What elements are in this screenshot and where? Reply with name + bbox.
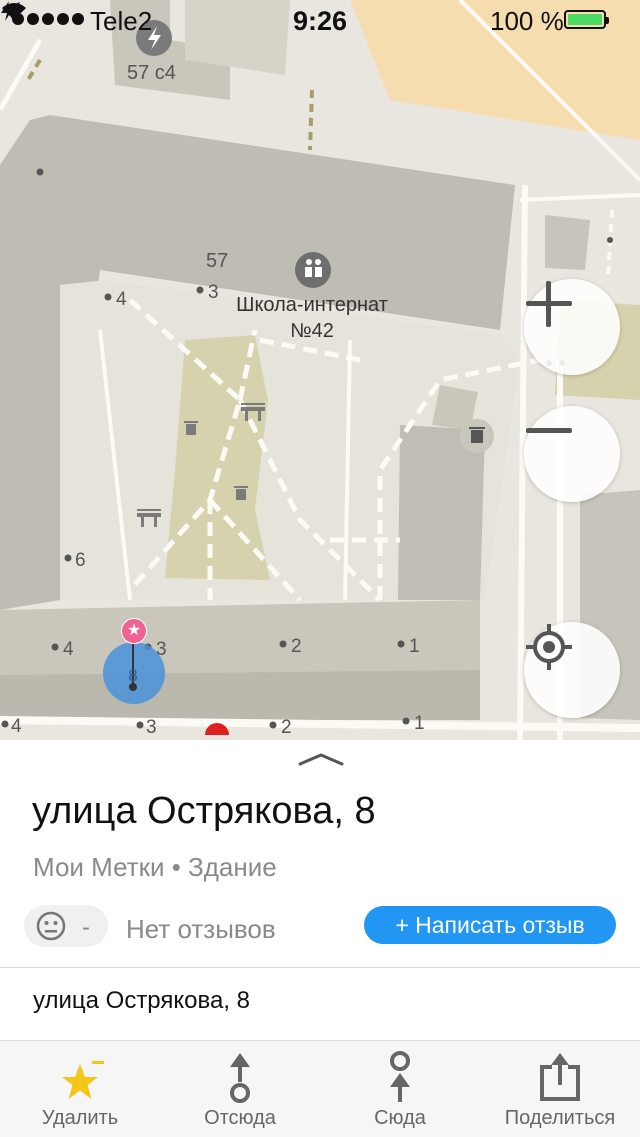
- battery-icon: [564, 10, 609, 29]
- rating-value: -: [82, 914, 90, 941]
- poi-school-label[interactable]: Школа-интернат №42: [222, 292, 402, 344]
- map-label-building: 57: [206, 250, 229, 272]
- marker-number: 8: [128, 666, 138, 685]
- star-remove-icon: [62, 1061, 104, 1099]
- reviews-status: Нет отзывов: [126, 914, 276, 944]
- battery-percent: 100 %: [490, 6, 564, 36]
- neutral-face-icon: [36, 911, 66, 941]
- poi-number: №42: [290, 320, 334, 342]
- charging-bolt-icon: [1, 1, 13, 21]
- bookmark-pin-icon: ★: [121, 618, 147, 644]
- house-number: 4: [11, 716, 22, 737]
- place-page-sheet[interactable]: улица Острякова, 8 Мои Метки • Здание - …: [0, 740, 640, 1040]
- write-review-button[interactable]: + Написать отзыв: [364, 906, 616, 944]
- map-label-building: 57 с4: [127, 62, 176, 84]
- house-number: 4: [63, 639, 74, 660]
- house-number: 3: [146, 717, 157, 738]
- house-number: 3: [208, 282, 219, 303]
- place-address[interactable]: улица Острякова, 8: [33, 987, 250, 1015]
- house-number: 1: [409, 636, 420, 657]
- share-button[interactable]: Поделиться: [480, 1041, 640, 1137]
- route-from-button[interactable]: Отсюда: [160, 1041, 320, 1137]
- place-subtitle: Мои Метки • Здание: [33, 852, 277, 882]
- zoom-in-button[interactable]: [524, 279, 620, 375]
- tab-label: Поделиться: [504, 1107, 616, 1129]
- route-to-button[interactable]: Сюда: [320, 1041, 480, 1137]
- route-to-icon: [390, 1051, 410, 1102]
- tab-label: Отсюда: [204, 1107, 276, 1129]
- tab-label: Удалить: [41, 1107, 119, 1129]
- place-title: улица Острякова, 8: [32, 790, 376, 832]
- divider: [0, 967, 640, 968]
- house-number: 6: [75, 550, 86, 571]
- bookmark-marker[interactable]: ★ 8: [102, 616, 166, 706]
- chevron-up-icon[interactable]: [298, 752, 344, 766]
- house-number: 2: [281, 717, 292, 738]
- house-number: 1: [414, 713, 425, 734]
- tab-label: Сюда: [374, 1107, 426, 1129]
- poi-name: Школа-интернат: [236, 294, 388, 316]
- route-from-icon: [230, 1053, 250, 1103]
- zoom-out-button[interactable]: [524, 406, 620, 502]
- my-location-button[interactable]: [524, 622, 620, 718]
- action-bar: Удалить Отсюда Сюда Поделиться: [0, 1040, 640, 1137]
- status-bar: Tele2 9:26 100 %: [0, 0, 640, 40]
- delete-bookmark-button[interactable]: Удалить: [0, 1041, 160, 1137]
- plus-icon: [526, 281, 572, 327]
- share-icon: [540, 1053, 580, 1101]
- house-number: 4: [116, 289, 127, 310]
- map-view[interactable]: Tele2 9:26 100 % 57 с4 57 Школа-интернат…: [0, 0, 640, 740]
- minus-icon: [526, 428, 572, 433]
- house-number: 2: [291, 636, 302, 657]
- crosshair-icon: [526, 624, 572, 670]
